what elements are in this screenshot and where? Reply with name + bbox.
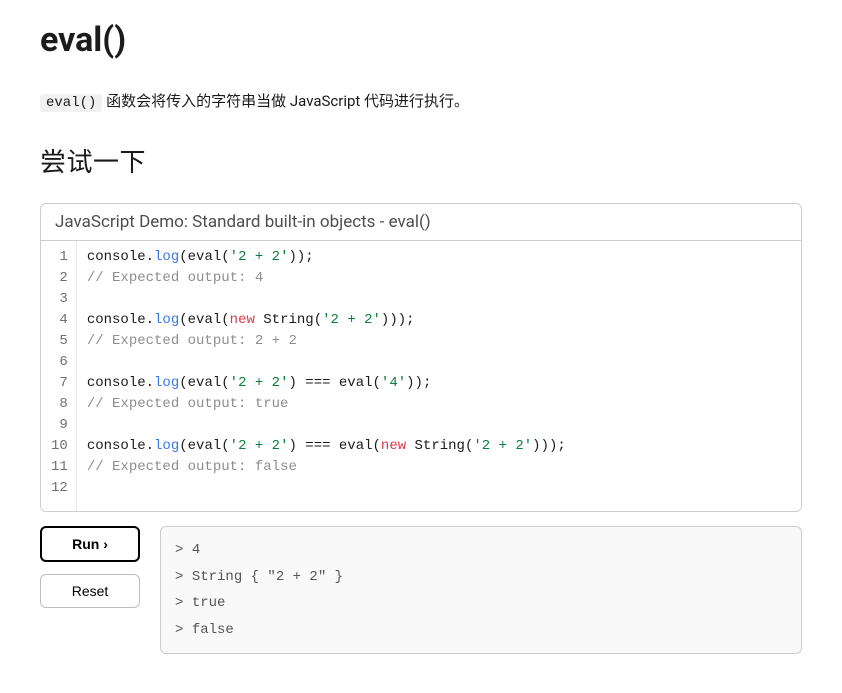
code-line <box>87 352 566 373</box>
code-line: console.log(eval('2 + 2') === eval('4'))… <box>87 373 566 394</box>
output-line: false <box>175 617 787 644</box>
output-line: String { "2 + 2" } <box>175 564 787 591</box>
code-line <box>87 478 566 499</box>
line-number: 10 <box>49 436 70 457</box>
controls-row: Run › Reset 4String { "2 + 2" }truefalse <box>40 526 802 654</box>
line-number: 12 <box>49 478 70 499</box>
code-line: // Expected output: 4 <box>87 268 566 289</box>
line-number: 5 <box>49 331 70 352</box>
intro-code: eval() <box>40 94 102 112</box>
line-number: 2 <box>49 268 70 289</box>
code-line: console.log(eval(new String('2 + 2'))); <box>87 310 566 331</box>
line-number: 6 <box>49 352 70 373</box>
run-button[interactable]: Run › <box>40 526 140 562</box>
line-number: 1 <box>49 247 70 268</box>
line-gutter: 123456789101112 <box>41 241 77 511</box>
line-number: 8 <box>49 394 70 415</box>
code-line <box>87 415 566 436</box>
code-line: // Expected output: false <box>87 457 566 478</box>
line-number: 9 <box>49 415 70 436</box>
line-number: 7 <box>49 373 70 394</box>
page-title: eval() <box>40 20 802 60</box>
code-line: // Expected output: true <box>87 394 566 415</box>
reset-button[interactable]: Reset <box>40 574 140 608</box>
line-number: 3 <box>49 289 70 310</box>
output-panel: 4String { "2 + 2" }truefalse <box>160 526 802 654</box>
demo-title: JavaScript Demo: Standard built-in objec… <box>41 204 801 241</box>
intro-paragraph: eval() 函数会将传入的字符串当做 JavaScript 代码进行执行。 <box>40 90 802 114</box>
code-area[interactable]: console.log(eval('2 + 2'));// Expected o… <box>77 241 576 511</box>
code-line: console.log(eval('2 + 2') === eval(new S… <box>87 436 566 457</box>
output-line: 4 <box>175 537 787 564</box>
buttons-col: Run › Reset <box>40 526 140 608</box>
demo-box: JavaScript Demo: Standard built-in objec… <box>40 203 802 512</box>
line-number: 11 <box>49 457 70 478</box>
code-line <box>87 289 566 310</box>
output-line: true <box>175 590 787 617</box>
intro-text: 函数会将传入的字符串当做 JavaScript 代码进行执行。 <box>102 92 469 110</box>
code-editor[interactable]: 123456789101112 console.log(eval('2 + 2'… <box>41 241 801 511</box>
try-heading: 尝试一下 <box>40 142 802 179</box>
line-number: 4 <box>49 310 70 331</box>
code-line: console.log(eval('2 + 2')); <box>87 247 566 268</box>
code-line: // Expected output: 2 + 2 <box>87 331 566 352</box>
